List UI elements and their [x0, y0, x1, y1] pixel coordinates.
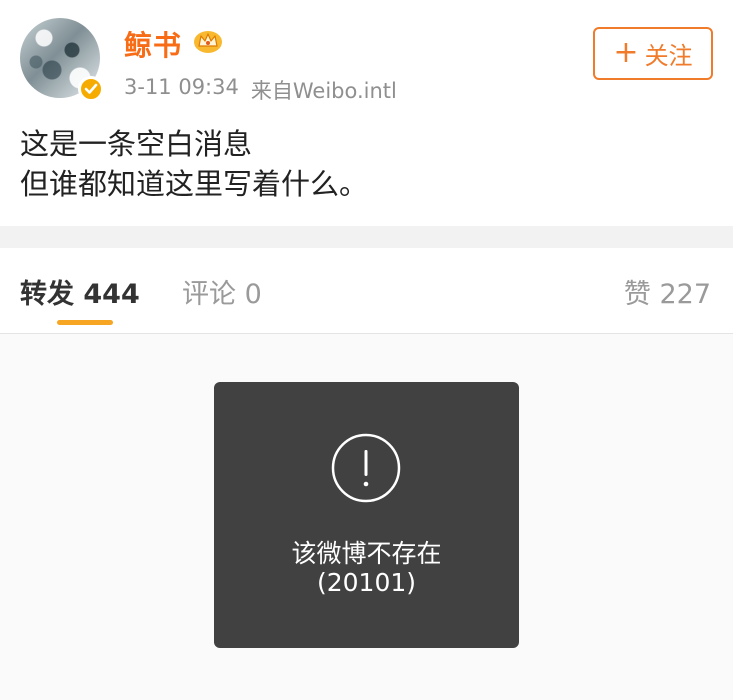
post-tabs: 转发 444 评论 0 赞 227 [0, 248, 733, 334]
post-content-line: 但谁都知道这里写着什么。 [20, 167, 369, 201]
post-meta: 3-11 09:34 来自Weibo.intl [124, 75, 397, 105]
avatar[interactable] [20, 18, 104, 102]
toast-message: 该微博不存在 [291, 539, 442, 568]
tab-like[interactable]: 赞 227 [624, 272, 711, 311]
tab-comment[interactable]: 评论 0 [182, 272, 262, 311]
post-timestamp: 3-11 09:34 [124, 75, 239, 99]
active-tab-indicator [57, 320, 113, 325]
post-content-line: 这是一条空白消息 [20, 127, 253, 161]
post-card: 鲸书 3-11 09:34 来自Weibo.intl + 关注 这是一条空白消息… [0, 0, 733, 226]
username[interactable]: 鲸书 [124, 24, 182, 64]
follow-label: 关注 [644, 42, 693, 70]
tab-repost[interactable]: 转发 444 [20, 272, 140, 311]
post-source[interactable]: 来自Weibo.intl [251, 75, 397, 105]
plus-icon: + [613, 34, 639, 70]
follow-button[interactable]: + 关注 [593, 27, 713, 80]
warning-icon [331, 433, 401, 503]
verified-badge-icon [78, 76, 104, 102]
toast-error-code: (20101) [316, 568, 417, 597]
error-toast: 该微博不存在 (20101) [214, 382, 519, 648]
crown-icon [194, 31, 222, 53]
post-content: 这是一条空白消息 但谁都知道这里写着什么。 [20, 124, 368, 204]
